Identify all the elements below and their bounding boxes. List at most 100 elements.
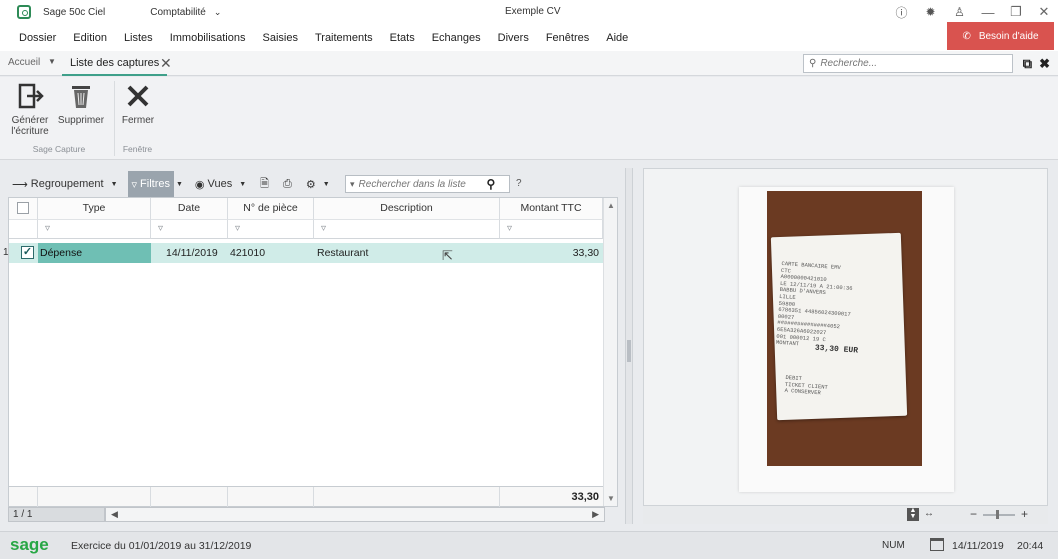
scroll-up-icon[interactable]: ▲ [607,201,615,210]
menu-listes[interactable]: Listes [124,32,153,44]
zoom-slider-thumb[interactable] [996,510,999,519]
menu-edition[interactable]: Edition [73,32,107,44]
lightbulb-icon[interactable]: ✹ [916,5,945,19]
filters-button[interactable]: ▿ Filtres [127,171,174,197]
receipt-preview: CARTE BANCAIRE EMV CTC A0000000421010 LE… [643,168,1048,506]
select-all-header [9,198,38,219]
zoom-slider[interactable] [983,514,1015,516]
close-button[interactable]: Fermer [117,81,159,126]
filter-type[interactable]: ▿ [38,219,151,239]
cell-type[interactable]: Dépense [38,243,151,263]
help-icon[interactable]: ? [516,178,522,189]
cell-amount[interactable]: 33,30 [573,247,599,259]
triangle-down-icon[interactable]: ▼ [48,57,56,66]
print-icon[interactable]: ⎙ [279,171,296,197]
header-type[interactable]: Type [38,198,151,219]
fit-width-icon[interactable]: ↔ [924,508,934,519]
filter-piece[interactable]: ▿ [228,219,314,239]
menu-aide[interactable]: Aide [606,32,628,44]
help-request-button[interactable]: ✆ Besoin d'aide [947,22,1054,50]
header-amount[interactable]: Montant TTC [500,198,603,219]
menu-bar: Dossier Edition Listes Immobilisations S… [0,22,1058,51]
module-selector[interactable]: Comptabilité ⌄ [150,7,221,18]
restore-button[interactable]: ❐ [1002,4,1030,20]
scroll-down-icon[interactable]: ▼ [607,494,615,503]
select-all-checkbox[interactable] [17,202,29,214]
receipt-photo: CARTE BANCAIRE EMV CTC A0000000421010 LE… [767,191,922,466]
header-description[interactable]: Description [314,198,500,219]
chevron-down-icon: ⌄ [213,6,222,17]
zoom-in-icon[interactable]: + [1021,507,1028,521]
help-circle-icon[interactable]: ⓘ [887,4,916,21]
filters-dropdown-icon[interactable]: ▼ [176,181,183,188]
calendar-icon[interactable] [930,538,944,551]
header-piece[interactable]: N° de pièce [228,198,314,219]
menu-echanges[interactable]: Echanges [432,32,481,44]
menu-fenetres[interactable]: Fenêtres [546,32,589,44]
zoom-out-icon[interactable]: − [970,507,977,521]
menu-immobilisations[interactable]: Immobilisations [170,32,246,44]
cell-date[interactable]: 14/11/2019 [166,247,218,259]
receipt-lines: CARTE BANCAIRE EMV CTC A0000000421010 LE… [775,259,853,348]
menu-divers[interactable]: Divers [498,32,529,44]
filter-cell [9,219,38,239]
detach-window-icon[interactable]: ⧉ [1023,56,1032,72]
global-search[interactable]: ⚲ [803,54,1013,73]
menu-dossier[interactable]: Dossier [19,32,56,44]
tab-captures-list[interactable]: Liste des captures [62,51,168,76]
tab-home[interactable]: Accueil [8,57,40,68]
preview-icon[interactable]: 🗎 [256,171,273,197]
row-checkbox[interactable]: ✓ [21,246,34,259]
content-area: ⟶ Regroupement ▼ ▿ Filtres ▼ ◉ Vues ▼ 🗎 … [0,160,1058,528]
cell-description[interactable]: Restaurant [317,247,368,259]
close-label: Fermer [121,115,155,126]
help-request-label: Besoin d'aide [978,30,1039,42]
triangle-down-icon: ▾ [350,178,355,189]
minimize-button[interactable]: — [974,5,1002,20]
panel-splitter[interactable] [625,168,633,524]
vertical-scrollbar[interactable]: ▲ ▼ [603,198,617,506]
search-icon[interactable]: ⚲ [487,177,496,191]
splitter-grip[interactable] [627,340,631,362]
list-search[interactable]: ▾ ⚲ [345,175,510,193]
gear-icon[interactable]: ⚙ ▼ [302,171,334,197]
filter-description[interactable]: ▿ [314,219,500,239]
ribbon-group-label-capture: Sage Capture [32,144,86,154]
close-panel-icon[interactable]: ✖ [1039,56,1050,72]
preview-page: CARTE BANCAIRE EMV CTC A0000000421010 LE… [739,187,954,492]
menu-saisies[interactable]: Saisies [263,32,298,44]
delete-label: Supprimer [57,115,105,126]
grouping-button[interactable]: ⟶ Regroupement ▼ [8,171,122,197]
delete-button[interactable]: Supprimer [56,81,106,126]
cell-piece[interactable]: 421010 [230,247,265,259]
captures-grid: Type Date N° de pièce Description Montan… [3,197,618,507]
menu-etats[interactable]: Etats [390,32,415,44]
filter-icon: ▿ [235,223,241,234]
ribbon-group-capture: Générer l'écriture Supprimer Sage Captur… [4,81,114,156]
filters-label: Filtres [140,178,170,190]
scroll-left-icon[interactable]: ◀ [111,509,118,520]
horizontal-scrollbar[interactable]: ◀ ▶ [105,507,605,522]
ribbon-group-window: Fermer Fenêtre [114,81,160,156]
search-icon: ⚲ [809,58,817,69]
close-window-button[interactable]: ✕ [1030,4,1058,20]
eye-icon: ◉ [194,178,205,191]
generate-entry-button[interactable]: Générer l'écriture [6,81,54,137]
grouping-label: Regroupement [30,178,104,190]
scroll-right-icon[interactable]: ▶ [592,509,599,520]
views-button[interactable]: ◉ Vues ▼ [191,171,250,197]
status-time: 20:44 [1017,540,1044,552]
close-tab-icon[interactable]: ✕ [160,55,172,72]
filter-date[interactable]: ▿ [151,219,228,239]
filter-amount[interactable]: ▿ [500,219,603,239]
menu-traitements[interactable]: Traitements [315,32,373,44]
app-logo-icon [17,5,31,19]
fit-page-icon[interactable]: ▲ ▼ [907,507,919,521]
list-search-input[interactable] [358,178,487,190]
global-search-input[interactable] [820,58,1001,69]
table-row[interactable]: 1 ✓ Dépense 14/11/2019 421010 Restaurant… [3,243,603,263]
app-name: Sage 50c Ciel [43,6,106,18]
user-icon[interactable]: ♙ [945,5,974,19]
header-date[interactable]: Date [151,198,228,219]
module-label: Comptabilité [150,6,206,18]
